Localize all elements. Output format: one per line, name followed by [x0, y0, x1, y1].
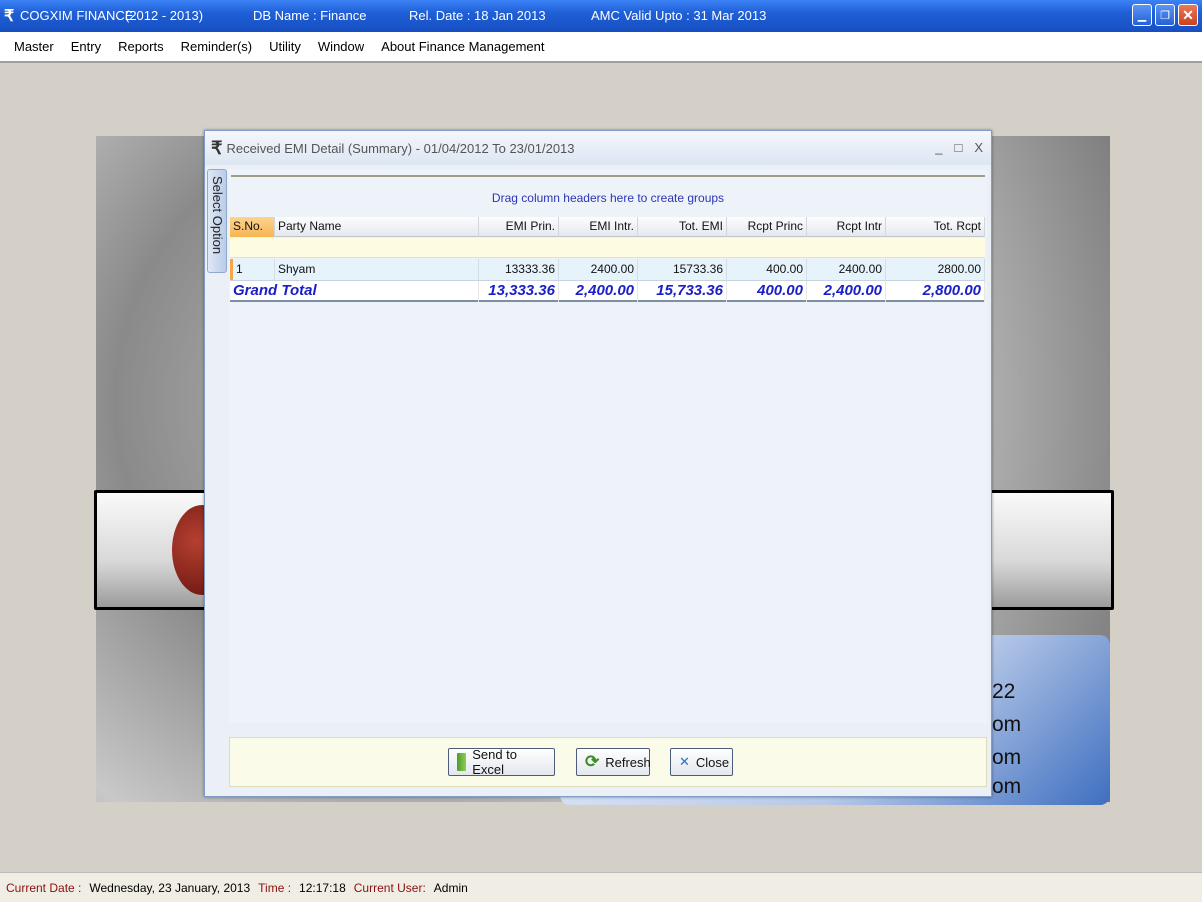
column-header-sno[interactable]: S.No.: [230, 217, 275, 237]
dialog-title: Received EMI Detail (Summary) - 01/04/20…: [226, 140, 575, 156]
menu-bar: Master Entry Reports Reminder(s) Utility…: [0, 32, 1202, 63]
cell-emi-prin[interactable]: 13333.36: [479, 259, 559, 280]
column-header-party-name[interactable]: Party Name: [275, 217, 479, 237]
column-header-rcpt-princ[interactable]: Rcpt Princ: [727, 217, 807, 237]
send-to-excel-label: Send to Excel: [472, 747, 518, 777]
close-x-icon: ✕: [679, 754, 690, 769]
minimize-icon[interactable]: ▁: [1132, 4, 1152, 26]
dialog-maximize-icon[interactable]: □: [954, 140, 962, 155]
total-rcpt-princ: 400.00: [727, 281, 807, 302]
current-user-label: Current User:: [353, 880, 426, 895]
app-name: COGXIM FINANCE: [20, 8, 134, 23]
menu-window[interactable]: Window: [318, 39, 364, 54]
cell-tot-emi[interactable]: 15733.36: [638, 259, 727, 280]
total-tot-rcpt: 2,800.00: [886, 281, 985, 302]
select-option-label: Select Option: [210, 176, 225, 255]
menu-reminders[interactable]: Reminder(s): [181, 39, 253, 54]
cell-party-name[interactable]: Shyam: [275, 259, 479, 280]
rupee-icon: ₹: [211, 137, 223, 158]
column-header-tot-emi[interactable]: Tot. EMI: [638, 217, 727, 237]
title-bar: ₹ COGXIM FINANCE (2012 - 2013) DB Name :…: [0, 0, 1202, 32]
auto-filter-row[interactable]: [230, 238, 985, 258]
close-icon[interactable]: ✕: [1178, 4, 1198, 26]
group-panel-hint[interactable]: Drag column headers here to create group…: [229, 191, 987, 205]
menu-master[interactable]: Master: [14, 39, 54, 54]
close-label: Close: [695, 754, 730, 770]
status-bar: Current Date : Wednesday, 23 January, 20…: [0, 872, 1202, 902]
current-date-label: Current Date :: [6, 880, 82, 895]
cell-rcpt-intr[interactable]: 2400.00: [807, 259, 886, 280]
fin-year: (2012 - 2013): [125, 8, 204, 23]
menu-reports[interactable]: Reports: [118, 39, 164, 54]
dialog-minimize-icon[interactable]: _: [935, 140, 942, 155]
refresh-icon: ⟳: [585, 752, 600, 771]
grid-header: S.No. Party Name EMI Prin. EMI Intr. Tot…: [230, 217, 985, 237]
column-header-tot-rcpt[interactable]: Tot. Rcpt: [886, 217, 985, 237]
background-text: om: [992, 775, 1022, 798]
emi-detail-dialog: ₹ Received EMI Detail (Summary) - 01/04/…: [204, 130, 992, 797]
restore-icon[interactable]: ❐: [1155, 4, 1175, 26]
db-name: DB Name : Finance: [253, 8, 367, 23]
total-emi-prin: 13,333.36: [479, 281, 559, 302]
background-text: 22: [992, 680, 1016, 703]
time-label: Time :: [258, 880, 292, 895]
cell-rcpt-princ[interactable]: 400.00: [727, 259, 807, 280]
total-emi-intr: 2,400.00: [559, 281, 638, 302]
menu-utility[interactable]: Utility: [269, 39, 301, 54]
column-header-emi-prin[interactable]: EMI Prin.: [479, 217, 559, 237]
current-user: Admin: [433, 880, 468, 895]
current-time: 12:17:18: [299, 880, 346, 895]
refresh-label: Refresh: [605, 754, 651, 770]
cell-sno[interactable]: 1: [230, 259, 275, 280]
release-date: Rel. Date : 18 Jan 2013: [409, 8, 546, 23]
close-button[interactable]: ✕ Close: [670, 748, 733, 776]
select-option-tab[interactable]: Select Option: [207, 169, 227, 273]
total-tot-emi: 15,733.36: [638, 281, 727, 302]
send-to-excel-button[interactable]: Send to Excel: [448, 747, 555, 777]
excel-icon: [457, 753, 467, 771]
refresh-button[interactable]: ⟳ Refresh: [576, 748, 651, 776]
amc-validity: AMC Valid Upto : 31 Mar 2013: [591, 8, 767, 23]
dialog-title-bar[interactable]: ₹ Received EMI Detail (Summary) - 01/04/…: [205, 131, 991, 165]
dialog-footer: Send to Excel ⟳ Refresh ✕ Close: [229, 737, 987, 787]
data-grid: Drag column headers here to create group…: [229, 169, 987, 723]
dialog-close-icon[interactable]: X: [974, 140, 983, 155]
cell-tot-rcpt[interactable]: 2800.00: [886, 259, 985, 280]
column-header-emi-intr[interactable]: EMI Intr.: [559, 217, 638, 237]
background-text: om: [992, 713, 1022, 736]
table-row[interactable]: 1 Shyam 13333.36 2400.00 15733.36 400.00…: [230, 259, 985, 280]
column-header-rcpt-intr[interactable]: Rcpt Intr: [807, 217, 886, 237]
current-date: Wednesday, 23 January, 2013: [89, 880, 251, 895]
grand-total-label: Grand Total: [230, 281, 479, 302]
total-rcpt-intr: 2,400.00: [807, 281, 886, 302]
divider: [231, 175, 985, 177]
background-text: om: [992, 746, 1022, 769]
cell-emi-intr[interactable]: 2400.00: [559, 259, 638, 280]
menu-entry[interactable]: Entry: [71, 39, 101, 54]
grand-total-row: Grand Total 13,333.36 2,400.00 15,733.36…: [230, 280, 985, 302]
menu-about[interactable]: About Finance Management: [381, 39, 544, 54]
